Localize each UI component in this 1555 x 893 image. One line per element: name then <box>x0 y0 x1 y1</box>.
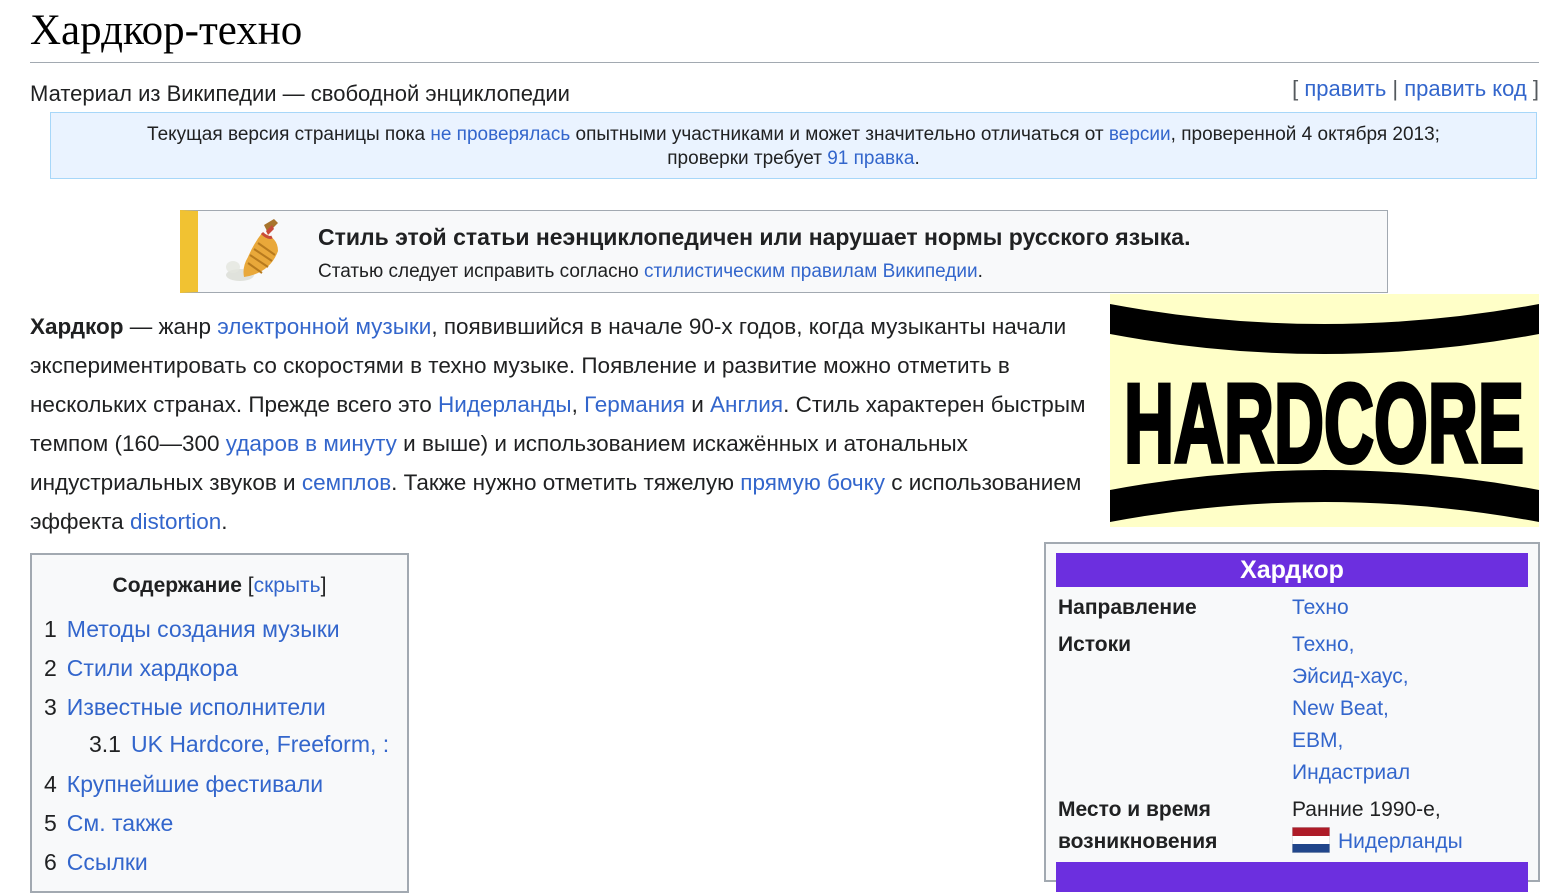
toc-item[interactable]: 6 Ссылки <box>44 847 148 877</box>
lead-text: . Также нужно отметить тяжелую <box>391 470 741 495</box>
toc-item-label[interactable]: Ссылки <box>67 849 148 875</box>
style-rules-link[interactable]: стилистическим правилам Википедии <box>644 261 978 282</box>
infobox-value-link[interactable]: Техно <box>1292 592 1349 624</box>
infobox-title: Хардкор <box>1056 553 1528 587</box>
page-title: Хардкор-техно <box>30 7 303 54</box>
toc-item-number: 3 <box>44 694 57 720</box>
edit-bracket-close: ] <box>1532 76 1539 101</box>
toc-item[interactable]: 1 Методы создания музыки <box>44 614 340 644</box>
revision-notice-text: , проверенной 4 октября 2013; <box>1170 124 1440 145</box>
infobox-label-direction: Направление <box>1058 596 1197 619</box>
infobox: Хардкор Направление Техно Истоки Техно, … <box>1044 542 1540 892</box>
logo-lettering: HARDCORE <box>1124 361 1524 486</box>
warning-text: Статью следует исправить согласно стилис… <box>318 260 983 284</box>
revision-notice-text: опытными участниками и может значительно… <box>570 124 1109 145</box>
infobox-value-country: Нидерланды <box>1292 826 1463 858</box>
infobox-label-origins: Истоки <box>1058 633 1132 656</box>
toc-toggle-bracket: ] <box>320 574 327 597</box>
toc-subitem[interactable]: 3.1 UK Hardcore, Freeform, : <box>89 729 389 759</box>
pending-edits-link[interactable]: 91 правка <box>827 148 914 169</box>
infobox-value-link[interactable]: EBM, <box>1292 725 1343 757</box>
warning-text-part: Статью следует исправить согласно <box>318 261 644 282</box>
infobox-value-link[interactable]: New Beat, <box>1292 693 1389 725</box>
england-link[interactable]: Англия <box>710 392 783 417</box>
toc-item-label[interactable]: Известные исполнители <box>67 694 326 720</box>
revision-notice-text: Текущая версия страницы пока <box>147 124 431 145</box>
warning-text-part: . <box>977 261 983 282</box>
toc-item[interactable]: 2 Стили хардкора <box>44 653 238 683</box>
toc-item-label[interactable]: UK Hardcore, Freeform, : <box>131 731 389 757</box>
reviewed-version-link[interactable]: версии <box>1109 124 1171 145</box>
toc-item-number: 6 <box>44 849 57 875</box>
edit-link[interactable]: править <box>1304 76 1386 101</box>
toc-item-label[interactable]: Стили хардкора <box>67 655 238 681</box>
toc-hide-toggle[interactable]: скрыть <box>254 574 321 597</box>
infobox-value-link[interactable]: Эйсид-хаус, <box>1292 661 1409 693</box>
germany-link[interactable]: Германия <box>584 392 685 417</box>
distortion-link[interactable]: distortion <box>130 509 221 534</box>
edit-links: [ править | править код ] <box>1292 75 1539 103</box>
lead-text: . <box>221 509 228 534</box>
netherlands-flag-icon <box>1292 827 1330 853</box>
infobox-label-origin-place: возникновения <box>1058 830 1218 853</box>
electronic-music-link[interactable]: электронной музыки <box>217 314 431 339</box>
infobox-label-origin-place: Место и время <box>1058 798 1211 821</box>
toc-item[interactable]: 3 Известные исполнители <box>44 692 326 722</box>
page-tagline: Материал из Википедии — свободной энцикл… <box>30 81 570 106</box>
toc-item[interactable]: 5 См. также <box>44 808 173 838</box>
lead-text: — жанр <box>123 314 218 339</box>
revision-notice-text: . <box>914 148 920 169</box>
table-of-contents: Содержание [скрыть] 1 Методы создания муз… <box>30 553 409 893</box>
toc-item-label[interactable]: См. также <box>67 810 174 836</box>
toc-item-label[interactable]: Крупнейшие фестивали <box>67 771 323 797</box>
infobox-value-link[interactable]: Техно, <box>1292 629 1354 661</box>
edit-bracket-open: [ <box>1292 76 1299 101</box>
netherlands-link[interactable]: Нидерланды <box>438 392 572 417</box>
edit-source-link[interactable]: править код <box>1404 76 1526 101</box>
toc-item[interactable]: 4 Крупнейшие фестивали <box>44 769 323 799</box>
edit-separator: | <box>1392 76 1399 101</box>
infobox-value-link[interactable]: Индастриал <box>1292 757 1410 789</box>
samples-link[interactable]: семплов <box>302 470 391 495</box>
title-divider <box>30 62 1539 63</box>
revision-notice-text: проверки требует <box>667 148 828 169</box>
lead-text: , <box>571 392 585 417</box>
toc-item-label[interactable]: Методы создания музыки <box>67 616 340 642</box>
hardcore-logo-image[interactable]: HARDCORE <box>1110 294 1539 527</box>
netherlands-infobox-link[interactable]: Нидерланды <box>1338 830 1463 853</box>
revision-notice: Текущая версия страницы пока не проверял… <box>50 112 1537 179</box>
kick-drum-link[interactable]: прямую бочку <box>740 470 885 495</box>
lead-term: Хардкор <box>30 314 124 339</box>
toc-title: Содержание <box>112 574 242 597</box>
infobox-value-text: Ранние 1990-е, <box>1292 798 1441 821</box>
toc-item-number: 2 <box>44 655 57 681</box>
toc-item-number: 3.1 <box>89 731 121 757</box>
style-warning-box: Стиль этой статьи неэнциклопедичен или н… <box>180 210 1388 293</box>
toc-item-number: 4 <box>44 771 57 797</box>
broom-icon <box>226 219 278 281</box>
toc-heading: Содержание [скрыть] <box>32 571 407 601</box>
unreviewed-link[interactable]: не проверялась <box>430 124 570 145</box>
toc-item-number: 1 <box>44 616 57 642</box>
lead-paragraph: Хардкор — жанр электронной музыки, появи… <box>30 307 1090 541</box>
bpm-link[interactable]: ударов в минуту <box>226 431 397 456</box>
warning-title: Стиль этой статьи неэнциклопедичен или н… <box>318 224 1191 250</box>
toc-item-number: 5 <box>44 810 57 836</box>
lead-text: и <box>684 392 711 417</box>
